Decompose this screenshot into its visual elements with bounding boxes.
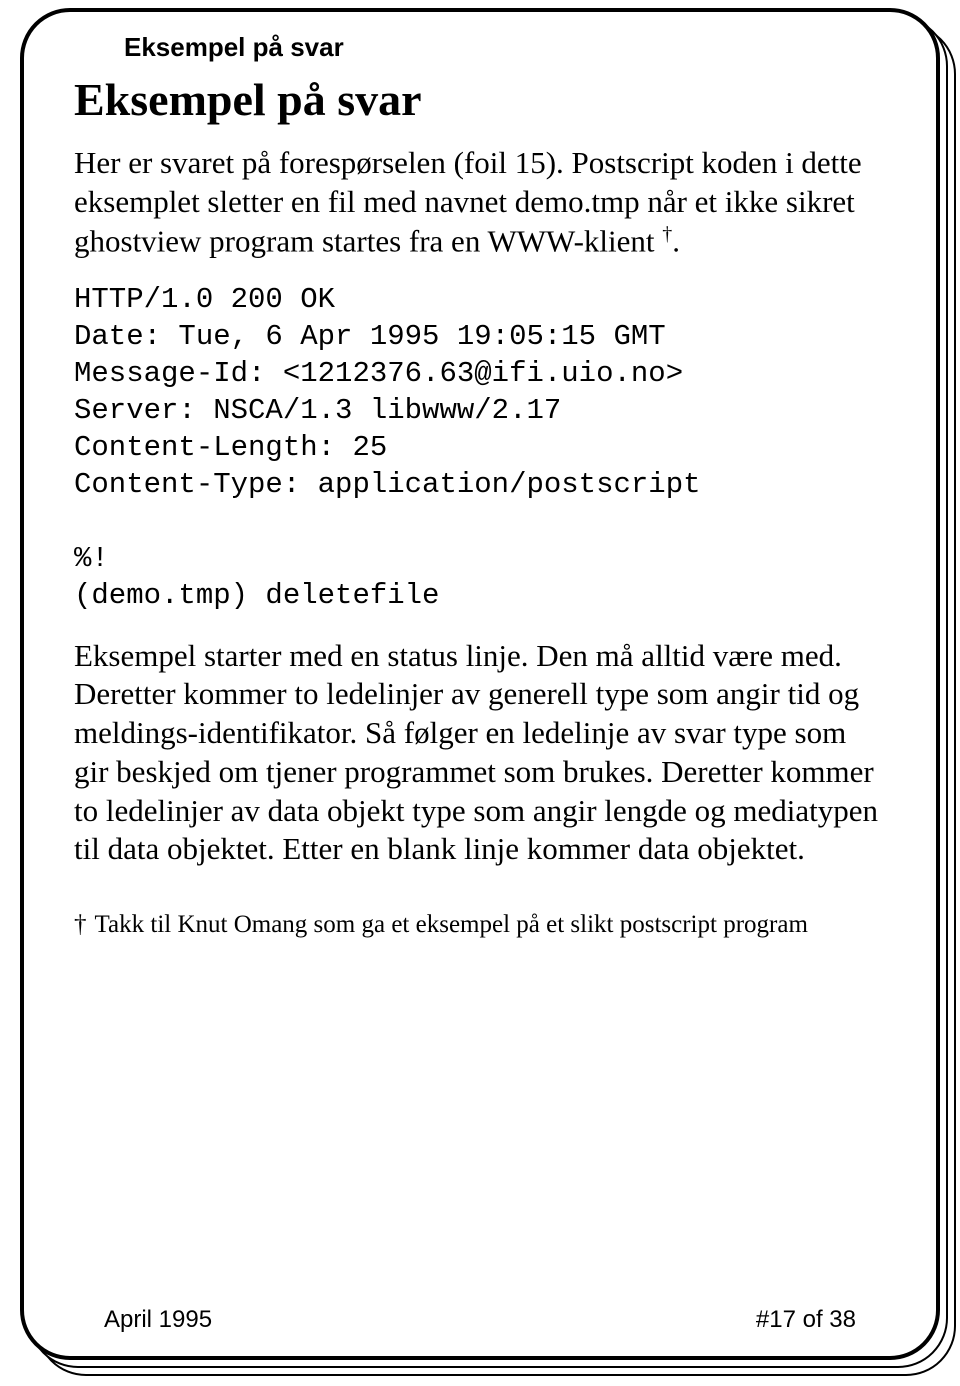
intro-text-after: . [672,223,680,258]
intro-paragraph: Her er svaret på forespørselen (foil 15)… [74,144,886,261]
slide-card: Eksempel på svar Eksempel på svar Her er… [20,8,940,1360]
intro-text-before: Her er svaret på forespørselen (foil 15)… [74,145,862,258]
body-paragraph: Eksempel starter med en status linje. De… [74,637,886,870]
http-response-code: HTTP/1.0 200 OK Date: Tue, 6 Apr 1995 19… [74,281,886,615]
footnote: † Takk til Knut Omang som ga et eksempel… [74,909,886,942]
footer-date: April 1995 [104,1306,212,1334]
dagger-ref: † [662,223,672,245]
footnote-text: Takk til Knut Omang som ga et eksempel p… [95,909,808,942]
card-stack: Eksempel på svar Eksempel på svar Her er… [20,8,940,1368]
footnote-mark: † [74,909,87,942]
slide-footer: April 1995 #17 of 38 [104,1306,856,1334]
slide-title: Eksempel på svar [74,73,886,126]
slide-header-label: Eksempel på svar [124,32,886,63]
footer-page-number: #17 of 38 [756,1306,856,1334]
